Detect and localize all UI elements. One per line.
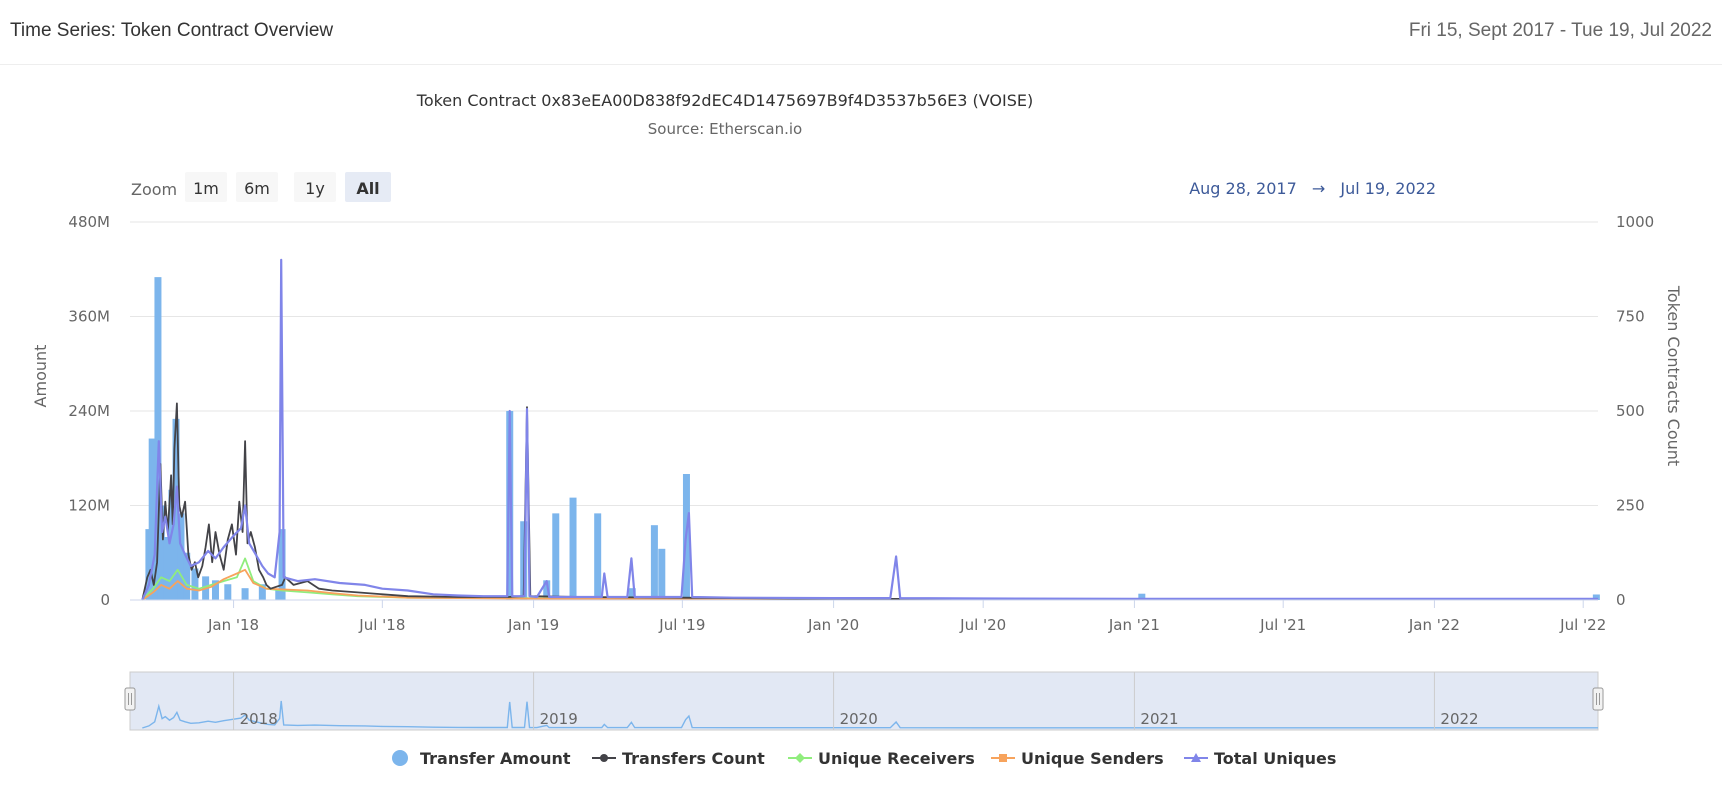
- range-display: Aug 28, 2017 → Jul 19, 2022: [1189, 179, 1436, 198]
- navigator[interactable]: 2018 2019 2020 2021 2022: [124, 671, 1604, 731]
- range-from: Aug 28, 2017: [1189, 179, 1297, 198]
- y-left-tick-label: 240M: [68, 402, 110, 420]
- y-right-axis-label: Token Contracts Count: [1664, 285, 1683, 466]
- page-title: Time Series: Token Contract Overview: [10, 20, 334, 41]
- chart-subtitle: Source: Etherscan.io: [648, 120, 802, 138]
- x-tick-label: Jul '19: [658, 616, 705, 634]
- bar-transfer-amount: [569, 497, 577, 600]
- zoom-button-label: 1y: [305, 179, 325, 198]
- x-tick-label: Jul '20: [959, 616, 1006, 634]
- navigator-year-label: 2022: [1440, 710, 1478, 728]
- legend-label: Transfer Amount: [420, 749, 571, 768]
- token-contract-chart: Token Contract 0x83eEA00D838f92dEC4D1475…: [31, 91, 1683, 768]
- x-tick-label: Jan '22: [1408, 616, 1460, 634]
- range-arrow: →: [1312, 179, 1325, 198]
- y-left-ticks: 0 120M 240M 360M 480M: [68, 213, 110, 609]
- zoom-button-label: All: [356, 179, 379, 198]
- legend: Transfer Amount Transfers Count Unique Rec…: [392, 749, 1336, 768]
- navigator-year-label: 2019: [540, 710, 578, 728]
- legend-label: Transfers Count: [622, 749, 765, 768]
- y-right-tick-label: 0: [1616, 591, 1626, 609]
- y-right-tick-label: 500: [1616, 402, 1645, 420]
- y-left-axis-label: Amount: [31, 345, 50, 408]
- legend-circle-icon: [392, 750, 408, 766]
- x-tick-label: Jul '18: [358, 616, 405, 634]
- navigator-year-label: 2018: [240, 710, 278, 728]
- navigator-handle-right[interactable]: [1592, 687, 1604, 711]
- legend-square-icon: [999, 754, 1007, 762]
- y-left-tick-label: 480M: [68, 213, 110, 231]
- x-tick-label: Jan '21: [1108, 616, 1160, 634]
- legend-item-transfers-count[interactable]: Transfers Count: [592, 749, 765, 768]
- y-left-tick-label: 360M: [68, 308, 110, 326]
- legend-item-total-uniques[interactable]: Total Uniques: [1184, 749, 1336, 768]
- x-tick-label: Jan '20: [807, 616, 859, 634]
- range-selector: Zoom 1m 6m 1y All Aug 28, 2017 → Jul 19, 20…: [131, 172, 1436, 202]
- y-right-tick-label: 750: [1616, 308, 1645, 326]
- x-tick-label: Jul '22: [1559, 616, 1606, 634]
- zoom-button-1m[interactable]: 1m: [185, 172, 227, 202]
- legend-item-transfer-amount[interactable]: Transfer Amount: [392, 749, 571, 768]
- chart-title: Token Contract 0x83eEA00D838f92dEC4D1475…: [416, 91, 1033, 110]
- page-header: Time Series: Token Contract Overview Fri…: [0, 0, 1722, 65]
- navigator-handle-left[interactable]: [124, 687, 136, 711]
- y-left-tick-label: 120M: [68, 497, 110, 515]
- legend-item-unique-receivers[interactable]: Unique Receivers: [788, 749, 975, 768]
- x-tick-label: Jul '21: [1259, 616, 1306, 634]
- plot-area: [130, 258, 1600, 601]
- series-total-uniques: [141, 258, 1598, 601]
- series-transfers-count: [141, 402, 1599, 601]
- handle-grip: [124, 687, 136, 711]
- y-right-tick-label: 250: [1616, 497, 1645, 515]
- x-ticks: Jan '18 Jul '18 Jan '19 Jul '19 Jan '20 Jul '…: [207, 600, 1606, 634]
- series-unique-receivers: [141, 557, 1599, 601]
- zoom-label: Zoom: [131, 180, 177, 199]
- legend-label: Total Uniques: [1214, 749, 1336, 768]
- x-tick-label: Jan '18: [207, 616, 259, 634]
- zoom-button-label: 6m: [244, 179, 270, 198]
- header-date-range: Fri 15, Sept 2017 - Tue 19, Jul 2022: [1408, 20, 1712, 41]
- line-transfers-count: [141, 402, 1599, 601]
- series-transfer-amount: [145, 277, 1600, 600]
- legend-label: Unique Receivers: [818, 749, 975, 768]
- y-right-ticks: 0 250 500 750 1000: [1616, 213, 1654, 609]
- zoom-button-label: 1m: [193, 179, 219, 198]
- legend-diamond-icon: [795, 753, 805, 763]
- bar-transfer-amount: [658, 548, 666, 600]
- bar-transfer-amount: [224, 584, 232, 600]
- zoom-button-all[interactable]: All: [345, 172, 391, 202]
- bar-transfer-amount: [594, 513, 602, 600]
- bar-transfer-amount: [552, 513, 560, 600]
- grid-lines: [130, 221, 1598, 601]
- zoom-button-6m[interactable]: 6m: [236, 172, 278, 202]
- x-tick-label: Jan '19: [507, 616, 559, 634]
- navigator-year-label: 2020: [840, 710, 878, 728]
- bar-transfer-amount: [241, 588, 249, 600]
- navigator-year-label: 2021: [1140, 710, 1178, 728]
- bar-transfer-amount: [650, 525, 658, 600]
- range-to: Jul 19, 2022: [1339, 179, 1436, 198]
- handle-grip: [1592, 687, 1604, 711]
- line-total-uniques: [141, 258, 1598, 601]
- legend-label: Unique Senders: [1021, 749, 1164, 768]
- legend-item-unique-senders[interactable]: Unique Senders: [991, 749, 1164, 768]
- legend-dot-icon: [600, 754, 608, 762]
- y-left-tick-label: 0: [100, 591, 110, 609]
- line-unique-receivers: [141, 557, 1599, 601]
- zoom-button-1y[interactable]: 1y: [294, 172, 336, 202]
- y-right-tick-label: 1000: [1616, 213, 1654, 231]
